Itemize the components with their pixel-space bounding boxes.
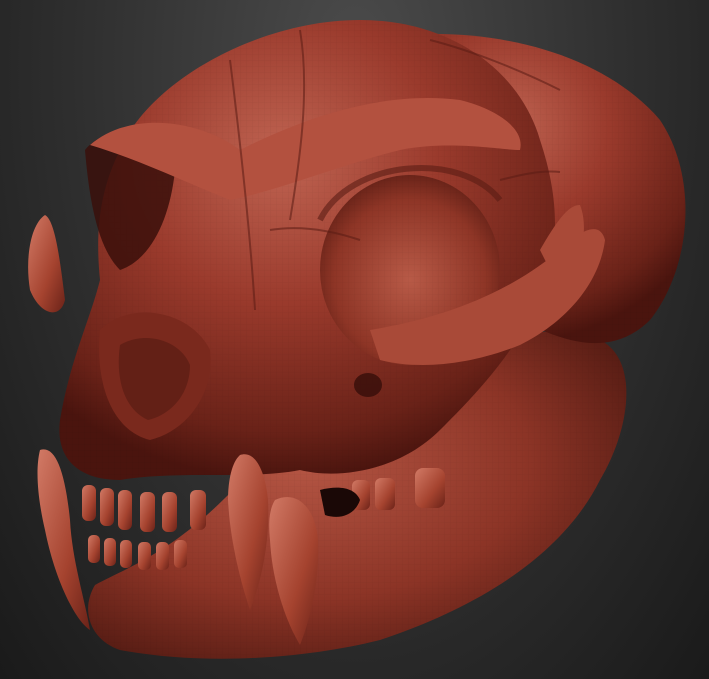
left-process bbox=[28, 215, 65, 313]
3d-viewport[interactable] bbox=[0, 0, 709, 679]
infraorbital-foramen bbox=[354, 373, 382, 397]
sculpt-render bbox=[28, 20, 686, 659]
upper-left-canine bbox=[37, 449, 90, 630]
